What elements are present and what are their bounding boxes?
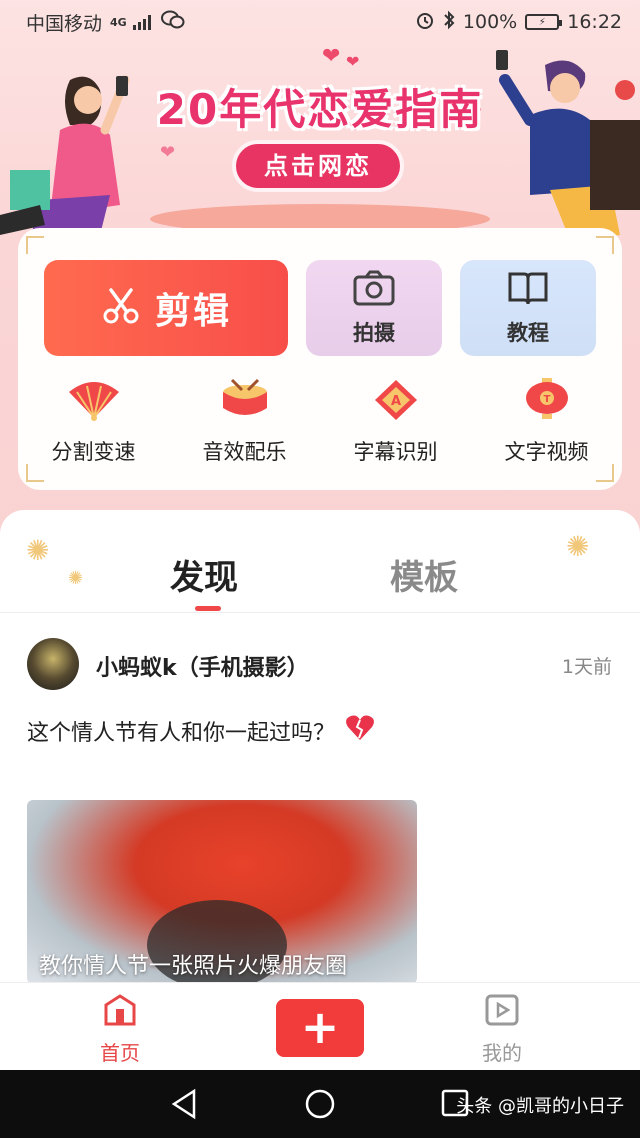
nav-home[interactable]: 首页 — [100, 993, 140, 1066]
shoot-label: 拍摄 — [353, 321, 395, 345]
subtitle-icon: A — [369, 378, 423, 426]
post-text: 这个情人节有人和你一起过吗？ — [27, 721, 336, 746]
wechat-icon — [160, 10, 185, 35]
system-nav-bar: 头条 @凯哥的小日子 — [0, 1070, 640, 1138]
video-play-icon — [484, 993, 520, 1031]
card-corner-decoration — [596, 236, 614, 254]
battery-percent: 100% — [462, 11, 518, 33]
drum-icon — [218, 378, 272, 426]
func-label: 音效配乐 — [202, 440, 287, 464]
func-sound-music[interactable]: 音效配乐 — [169, 378, 320, 474]
shoot-button[interactable]: 拍摄 — [306, 260, 442, 356]
banner-title: 20年代恋爱指南 — [156, 85, 484, 134]
func-split-speed[interactable]: 分割变速 — [18, 378, 169, 474]
scissors-icon — [101, 286, 141, 330]
post-author[interactable]: 小蚂蚁k（手机摄影） — [96, 650, 309, 682]
nav-mine-label: 我的 — [482, 1041, 522, 1065]
func-subtitle-recognition[interactable]: A 字幕识别 — [320, 378, 471, 474]
home-circle-icon[interactable] — [304, 1088, 336, 1124]
nav-home-label: 首页 — [100, 1041, 140, 1065]
add-button[interactable]: + — [276, 999, 364, 1057]
tutorial-label: 教程 — [507, 321, 549, 345]
svg-text:A: A — [390, 394, 400, 409]
post-text-row: 这个情人节有人和你一起过吗？ — [27, 714, 375, 748]
avatar[interactable] — [27, 638, 79, 690]
function-row: 分割变速 音效配乐 A 字幕识别 T 文字视频 — [18, 378, 622, 474]
tab-discover[interactable]: 发现 — [170, 550, 238, 599]
tab-bar: 发现 模板 — [0, 550, 640, 610]
tab-template[interactable]: 模板 — [390, 550, 458, 599]
heart-icon: ❤ — [160, 142, 176, 163]
boy-illustration — [490, 50, 640, 254]
func-label: 字幕识别 — [353, 440, 438, 464]
edit-label: 剪辑 — [154, 291, 231, 332]
heart-icon: ❤ — [322, 44, 341, 69]
alarm-icon — [415, 10, 435, 35]
func-label: 文字视频 — [504, 440, 589, 464]
nav-mine[interactable]: 我的 — [482, 993, 522, 1066]
camera-icon — [352, 269, 396, 311]
lantern-icon: T — [520, 378, 574, 426]
func-text-video[interactable]: T 文字视频 — [471, 378, 622, 474]
fan-icon — [67, 378, 121, 426]
bluetooth-icon — [443, 10, 455, 35]
signal-icon — [132, 14, 151, 30]
battery-icon: ⚡ — [525, 14, 563, 30]
broken-heart-icon — [345, 714, 375, 748]
back-icon[interactable] — [170, 1088, 198, 1124]
tutorial-button[interactable]: 教程 — [460, 260, 596, 356]
banner-cta-button[interactable]: 点击网恋 — [232, 140, 404, 192]
bottom-nav: 首页 + 我的 — [0, 982, 640, 1070]
clock: 16:22 — [567, 11, 622, 33]
carrier-label: 中国移动 — [26, 12, 103, 35]
tools-card: 剪辑 拍摄 教程 分割变速 音效配乐 A 字幕识别 T 文字视频 — [18, 228, 622, 490]
heart-icon: ❤ — [346, 52, 360, 71]
card-corner-decoration — [26, 236, 44, 254]
func-label: 分割变速 — [51, 440, 136, 464]
status-bar: 中国移动 4G 100% ⚡ 16:22 — [0, 0, 640, 44]
post-time: 1天前 — [561, 656, 612, 678]
network-type: 4G — [110, 15, 127, 29]
divider — [0, 612, 640, 613]
thumbnail-caption: 教你情人节一张照片火爆朋友圈 — [39, 954, 348, 979]
feed-section: ✺ ✺ ✺ 发现 模板 小蚂蚁k（手机摄影） 1天前 这个情人节有人和你一起过吗… — [0, 510, 640, 984]
promo-banner[interactable]: ❤ ❤ ❤ ❤ 20年代恋爱指南 点击网恋 — [0, 44, 640, 240]
tab-indicator — [195, 606, 221, 611]
girl-illustration — [0, 50, 150, 254]
watermark: 头条 @凯哥的小日子 — [456, 1096, 624, 1117]
edit-button[interactable]: 剪辑 — [44, 260, 288, 356]
svg-text:T: T — [543, 394, 550, 405]
home-icon — [102, 993, 138, 1031]
post-thumbnail[interactable]: 教你情人节一张照片火爆朋友圈 — [27, 800, 417, 984]
book-icon — [506, 269, 550, 311]
